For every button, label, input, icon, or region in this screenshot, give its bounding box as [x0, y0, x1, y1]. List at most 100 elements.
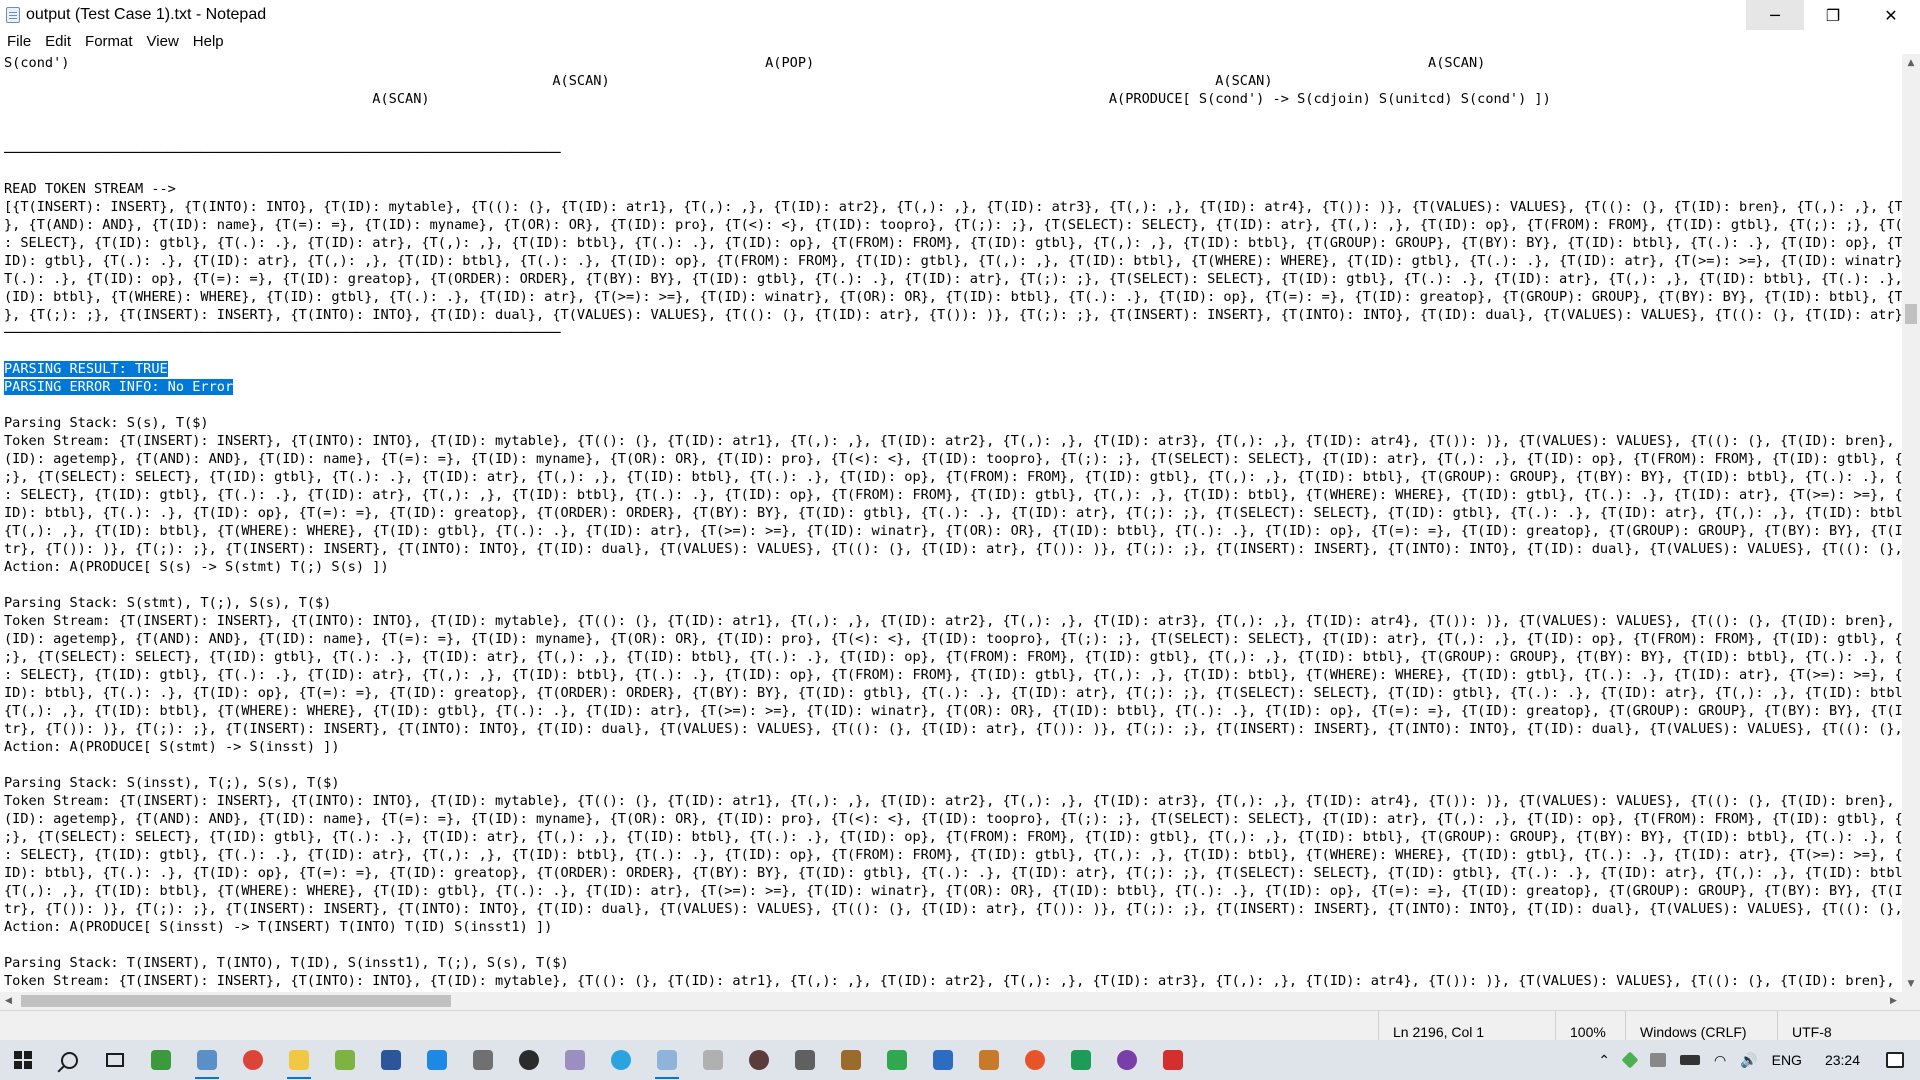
tray-chevron-up-icon[interactable]: ⌃ — [1591, 1040, 1617, 1080]
taskbar-acrobat[interactable] — [1150, 1040, 1196, 1080]
taskbar-app-4[interactable] — [506, 1040, 552, 1080]
text-line: Action: A(PRODUCE[ S(s) -> S(stmt) T(;) … — [4, 559, 389, 575]
text-line: tr}, {T()): )}, {T(;): ;}, {T(INSERT): I… — [4, 541, 1902, 557]
menu-format[interactable]: Format — [78, 30, 140, 54]
taskbar-chrome[interactable] — [230, 1040, 276, 1080]
system-tray: ⌃ ◠ 🔊 ENG 23:24 — [1591, 1040, 1920, 1080]
horizontal-scroll-thumb[interactable] — [21, 995, 451, 1007]
taskbar-vscode[interactable] — [414, 1040, 460, 1080]
windows-logo-icon — [14, 1051, 32, 1069]
taskbar: ⌃ ◠ 🔊 ENG 23:24 — [0, 1040, 1920, 1080]
clock[interactable]: 23:24 — [1809, 1040, 1876, 1080]
taskbar-brave[interactable] — [1012, 1040, 1058, 1080]
folder-icon — [289, 1050, 309, 1070]
feather-icon — [565, 1050, 585, 1070]
text-line: ID): gtbl}, {T(.): .}, {T(ID): atr}, {T(… — [4, 253, 1902, 269]
text-line: ;}, {T(SELECT): SELECT}, {T(ID): gtbl}, … — [4, 829, 1902, 845]
text-line — [4, 162, 1902, 180]
menu-bar: File Edit Format View Help — [0, 30, 1920, 54]
text-line: Token Stream: {T(INSERT): INSERT}, {T(IN… — [4, 793, 1902, 809]
menu-view[interactable]: View — [140, 30, 186, 54]
volume-icon[interactable]: 🔊 — [1733, 1040, 1764, 1080]
text-line: T(.): .}, {T(ID): op}, {T(=): =}, {T(ID)… — [4, 271, 1902, 287]
taskbar-word[interactable] — [368, 1040, 414, 1080]
text-line: Token Stream: {T(INSERT): INSERT}, {T(IN… — [4, 433, 1902, 449]
text-line: }, {T(AND): AND}, {T(ID): name}, {T(=): … — [4, 217, 1902, 233]
menu-edit[interactable]: Edit — [38, 30, 78, 54]
scroll-left-arrow-icon[interactable]: ◀ — [0, 992, 17, 1010]
text-line: (ID): agetemp}, {T(AND): AND}, {T(ID): n… — [4, 631, 1902, 647]
text-line: Parsing Stack: S(insst), T(;), S(s), T($… — [4, 775, 340, 791]
taskbar-app-10[interactable] — [874, 1040, 920, 1080]
blue-app-icon — [933, 1050, 953, 1070]
text-line: Parsing Stack: S(stmt), T(;), S(s), T($) — [4, 595, 332, 611]
text-line: {T(,): ,}, {T(ID): btbl}, {T(WHERE): WHE… — [4, 523, 1902, 539]
taskbar-apps — [0, 1040, 1196, 1080]
tray-drive-icon[interactable] — [1617, 1040, 1643, 1080]
scroll-down-arrow-icon[interactable]: ▼ — [1902, 975, 1920, 992]
text-line — [4, 342, 1902, 360]
task-view-icon — [106, 1053, 124, 1067]
taskbar-notepad[interactable] — [644, 1040, 690, 1080]
vertical-scroll-thumb[interactable] — [1905, 304, 1917, 324]
taskbar-telegram[interactable] — [598, 1040, 644, 1080]
notepad-icon — [657, 1050, 677, 1070]
text-line: (ID): agetemp}, {T(AND): AND}, {T(ID): n… — [4, 451, 1902, 467]
text-line: Parsing Stack: T(INSERT), T(INTO), T(ID)… — [4, 955, 569, 971]
taskbar-app-12[interactable] — [966, 1040, 1012, 1080]
scroll-right-arrow-icon[interactable]: ▶ — [1885, 992, 1902, 1010]
wifi-icon[interactable]: ◠ — [1707, 1040, 1733, 1080]
minimize-button[interactable]: ─ — [1746, 0, 1804, 30]
text-line: PARSING ERROR INFO: No Error — [4, 379, 234, 395]
menu-file[interactable]: File — [0, 30, 38, 54]
taskbar-app-11[interactable] — [920, 1040, 966, 1080]
taskbar-file-explorer[interactable] — [276, 1040, 322, 1080]
document-text[interactable]: S(cond') A(POP) A(SCAN) A(SCAN) A(SCAN) … — [4, 54, 1902, 992]
text-line: : SELECT}, {T(ID): gtbl}, {T(.): .}, {T(… — [4, 847, 1902, 863]
text-line: ID): btbl}, {T(.): .}, {T(ID): op}, {T(=… — [4, 685, 1902, 701]
text-line: Action: A(PRODUCE[ S(stmt) -> S(insst) ]… — [4, 739, 340, 755]
taskbar-app-14[interactable] — [1104, 1040, 1150, 1080]
language-indicator[interactable]: ENG — [1765, 1040, 1809, 1080]
vertical-scrollbar[interactable]: ▲ ▼ — [1902, 54, 1920, 992]
title-bar: output (Test Case 1).txt - Notepad ─ ❐ ✕ — [0, 0, 1920, 30]
purple-circle-icon — [1117, 1050, 1137, 1070]
leaf-icon — [1071, 1050, 1091, 1070]
text-line: : SELECT}, {T(ID): gtbl}, {T(.): .}, {T(… — [4, 235, 1902, 251]
text-line: : SELECT}, {T(ID): gtbl}, {T(.): .}, {T(… — [4, 667, 1902, 683]
taskbar-app-5[interactable] — [552, 1040, 598, 1080]
restore-button[interactable]: ❐ — [1804, 0, 1862, 30]
taskbar-app-1[interactable] — [138, 1040, 184, 1080]
chrome-icon — [243, 1050, 263, 1070]
menu-help[interactable]: Help — [186, 30, 231, 54]
text-line: A(SCAN) A(SCAN) — [4, 73, 1273, 89]
taskbar-app-13[interactable] — [1058, 1040, 1104, 1080]
text-editor[interactable]: S(cond') A(POP) A(SCAN) A(SCAN) A(SCAN) … — [0, 54, 1902, 992]
text-line: Token Stream: {T(INSERT): INSERT}, {T(IN… — [4, 613, 1902, 629]
text-line: S(cond') A(POP) A(SCAN) — [4, 55, 1486, 71]
horizontal-scrollbar[interactable]: ◀ ▶ — [0, 992, 1902, 1010]
taskbar-app-8[interactable] — [782, 1040, 828, 1080]
taskbar-app-2[interactable] — [184, 1040, 230, 1080]
notifications-icon[interactable] — [1876, 1040, 1920, 1080]
task-view-button[interactable] — [92, 1040, 138, 1080]
search-button[interactable] — [46, 1040, 92, 1080]
tray-app-icon[interactable] — [1643, 1040, 1673, 1080]
text-line: ────────────────────────────────────────… — [4, 325, 561, 341]
start-button[interactable] — [0, 1040, 46, 1080]
close-button[interactable]: ✕ — [1862, 0, 1920, 30]
vscode-icon — [427, 1050, 447, 1070]
text-line: ;}, {T(SELECT): SELECT}, {T(ID): gtbl}, … — [4, 469, 1902, 485]
disc-icon — [749, 1050, 769, 1070]
taskbar-app-9[interactable] — [828, 1040, 874, 1080]
dark-circle-icon — [519, 1050, 539, 1070]
battery-icon[interactable] — [1673, 1040, 1707, 1080]
scroll-up-arrow-icon[interactable]: ▲ — [1902, 54, 1920, 71]
text-line: PARSING RESULT: TRUE — [4, 361, 168, 377]
pen-icon — [703, 1050, 723, 1070]
taskbar-app-6[interactable] — [690, 1040, 736, 1080]
taskbar-app-3[interactable] — [322, 1040, 368, 1080]
text-line: tr}, {T()): )}, {T(;): ;}, {T(INSERT): I… — [4, 721, 1902, 737]
taskbar-calculator[interactable] — [460, 1040, 506, 1080]
taskbar-app-7[interactable] — [736, 1040, 782, 1080]
